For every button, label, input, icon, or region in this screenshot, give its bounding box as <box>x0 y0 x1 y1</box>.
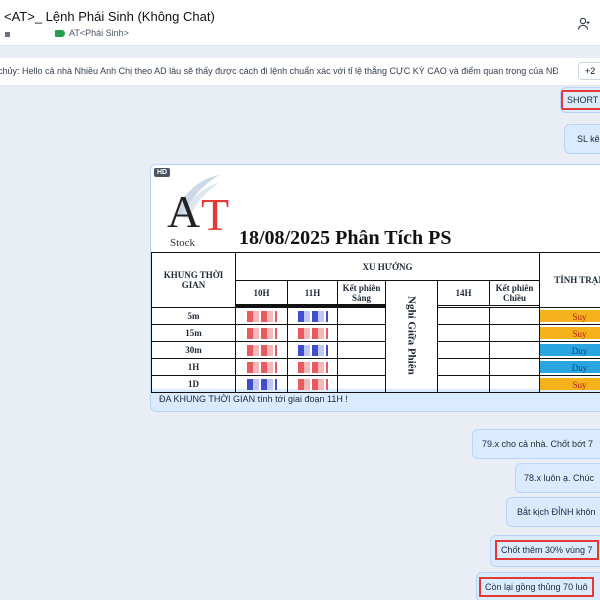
message-78[interactable]: 78.x luôn ạ. Chúc <box>515 463 600 493</box>
blurred-cell <box>297 378 328 390</box>
blurred-cell <box>297 327 328 339</box>
header-ket-sang: Kết phiên Sáng <box>337 280 386 306</box>
status-square-icon <box>5 32 10 37</box>
blurred-cell <box>246 327 277 339</box>
status-15m: Suy <box>540 327 600 339</box>
pinned-more-button[interactable]: +2 <box>578 62 600 80</box>
image-caption: ĐA KHUNG THỜI GIAN tính tới giai đoạn 11… <box>159 394 348 404</box>
tag-icon <box>55 30 65 37</box>
tf-5m: 5m <box>151 307 236 325</box>
analysis-image[interactable]: HD A T Stock 18/08/2025 Phân Tích PS KHU… <box>151 165 600 393</box>
message-chot-them[interactable]: Chốt thêm 30% vùng 7 <box>490 535 600 567</box>
header-14h: 14H <box>437 280 490 306</box>
tf-1d: 1D <box>151 375 236 393</box>
tf-30m: 30m <box>151 341 236 359</box>
nghi-giua-phien-label: Nghỉ Giữa Phiên <box>405 296 418 375</box>
message-sl[interactable]: SL kê <box>564 124 600 154</box>
logo-stock-text: Stock <box>170 237 196 249</box>
blurred-cell <box>246 310 277 322</box>
pinned-message-text: chủy: Hello cả nhà Nhiều Anh Chị theo AD… <box>0 66 558 76</box>
header-11h: 11H <box>287 280 338 306</box>
highlighted-text: SHORT <box>561 90 600 110</box>
status-30m: Duy <box>540 344 600 356</box>
status-1h: Duy <box>540 361 600 373</box>
message-79[interactable]: 79.x cho cả nhà. Chốt bớt 7 <box>472 429 600 459</box>
blurred-cell <box>297 361 328 373</box>
blurred-cell <box>297 344 328 356</box>
trend-table: KHUNG THỜI GIAN XU HƯỚNG TÌNH TRẠN 10H 1… <box>151 252 600 393</box>
header-10h: 10H <box>235 280 288 306</box>
blurred-cell <box>297 310 328 322</box>
tf-15m: 15m <box>151 324 236 342</box>
report-title: 18/08/2025 Phân Tích PS <box>239 227 452 249</box>
highlighted-text: Còn lại gồng thủng 70 luô <box>479 577 594 597</box>
message-con-lai[interactable]: Còn lại gồng thủng 70 luô <box>476 572 600 600</box>
nghi-giua-phien-cell: Nghỉ Giữa Phiên <box>385 280 438 393</box>
header-xu-huong: XU HƯỚNG <box>235 252 540 281</box>
chat-header: <AT>_ Lệnh Phái Sinh (Không Chat) AT<Phá… <box>0 0 600 46</box>
add-member-icon[interactable] <box>577 17 591 31</box>
logo-letter-t: T <box>201 189 230 240</box>
logo-letter-a: A <box>167 186 201 237</box>
hd-badge: HD <box>154 168 171 177</box>
header-ket-chieu: Kết phiên Chiều <box>489 280 540 306</box>
chat-tag-label[interactable]: AT<Phái Sinh> <box>69 28 129 38</box>
tf-1h: 1H <box>151 358 236 376</box>
blurred-cell <box>246 361 277 373</box>
chat-title: <AT>_ Lệnh Phái Sinh (Không Chat) <box>4 9 215 24</box>
status-1d: Suy <box>540 378 600 390</box>
message-bat-dinh[interactable]: Bắt kịch ĐỈNH khôn <box>506 497 600 527</box>
image-message[interactable]: HD A T Stock 18/08/2025 Phân Tích PS KHU… <box>150 164 600 412</box>
header-tinh-trang: TÌNH TRẠN <box>539 252 600 308</box>
status-5m: Suy <box>540 310 600 322</box>
highlighted-text: Chốt thêm 30% vùng 7 <box>495 540 599 560</box>
message-short[interactable]: SHORT <box>560 87 600 113</box>
pinned-message-bar[interactable]: chủy: Hello cả nhà Nhiều Anh Chị theo AD… <box>0 58 600 86</box>
blurred-cell <box>246 378 277 390</box>
blurred-cell <box>246 344 277 356</box>
header-khung: KHUNG THỜI GIAN <box>151 252 236 308</box>
